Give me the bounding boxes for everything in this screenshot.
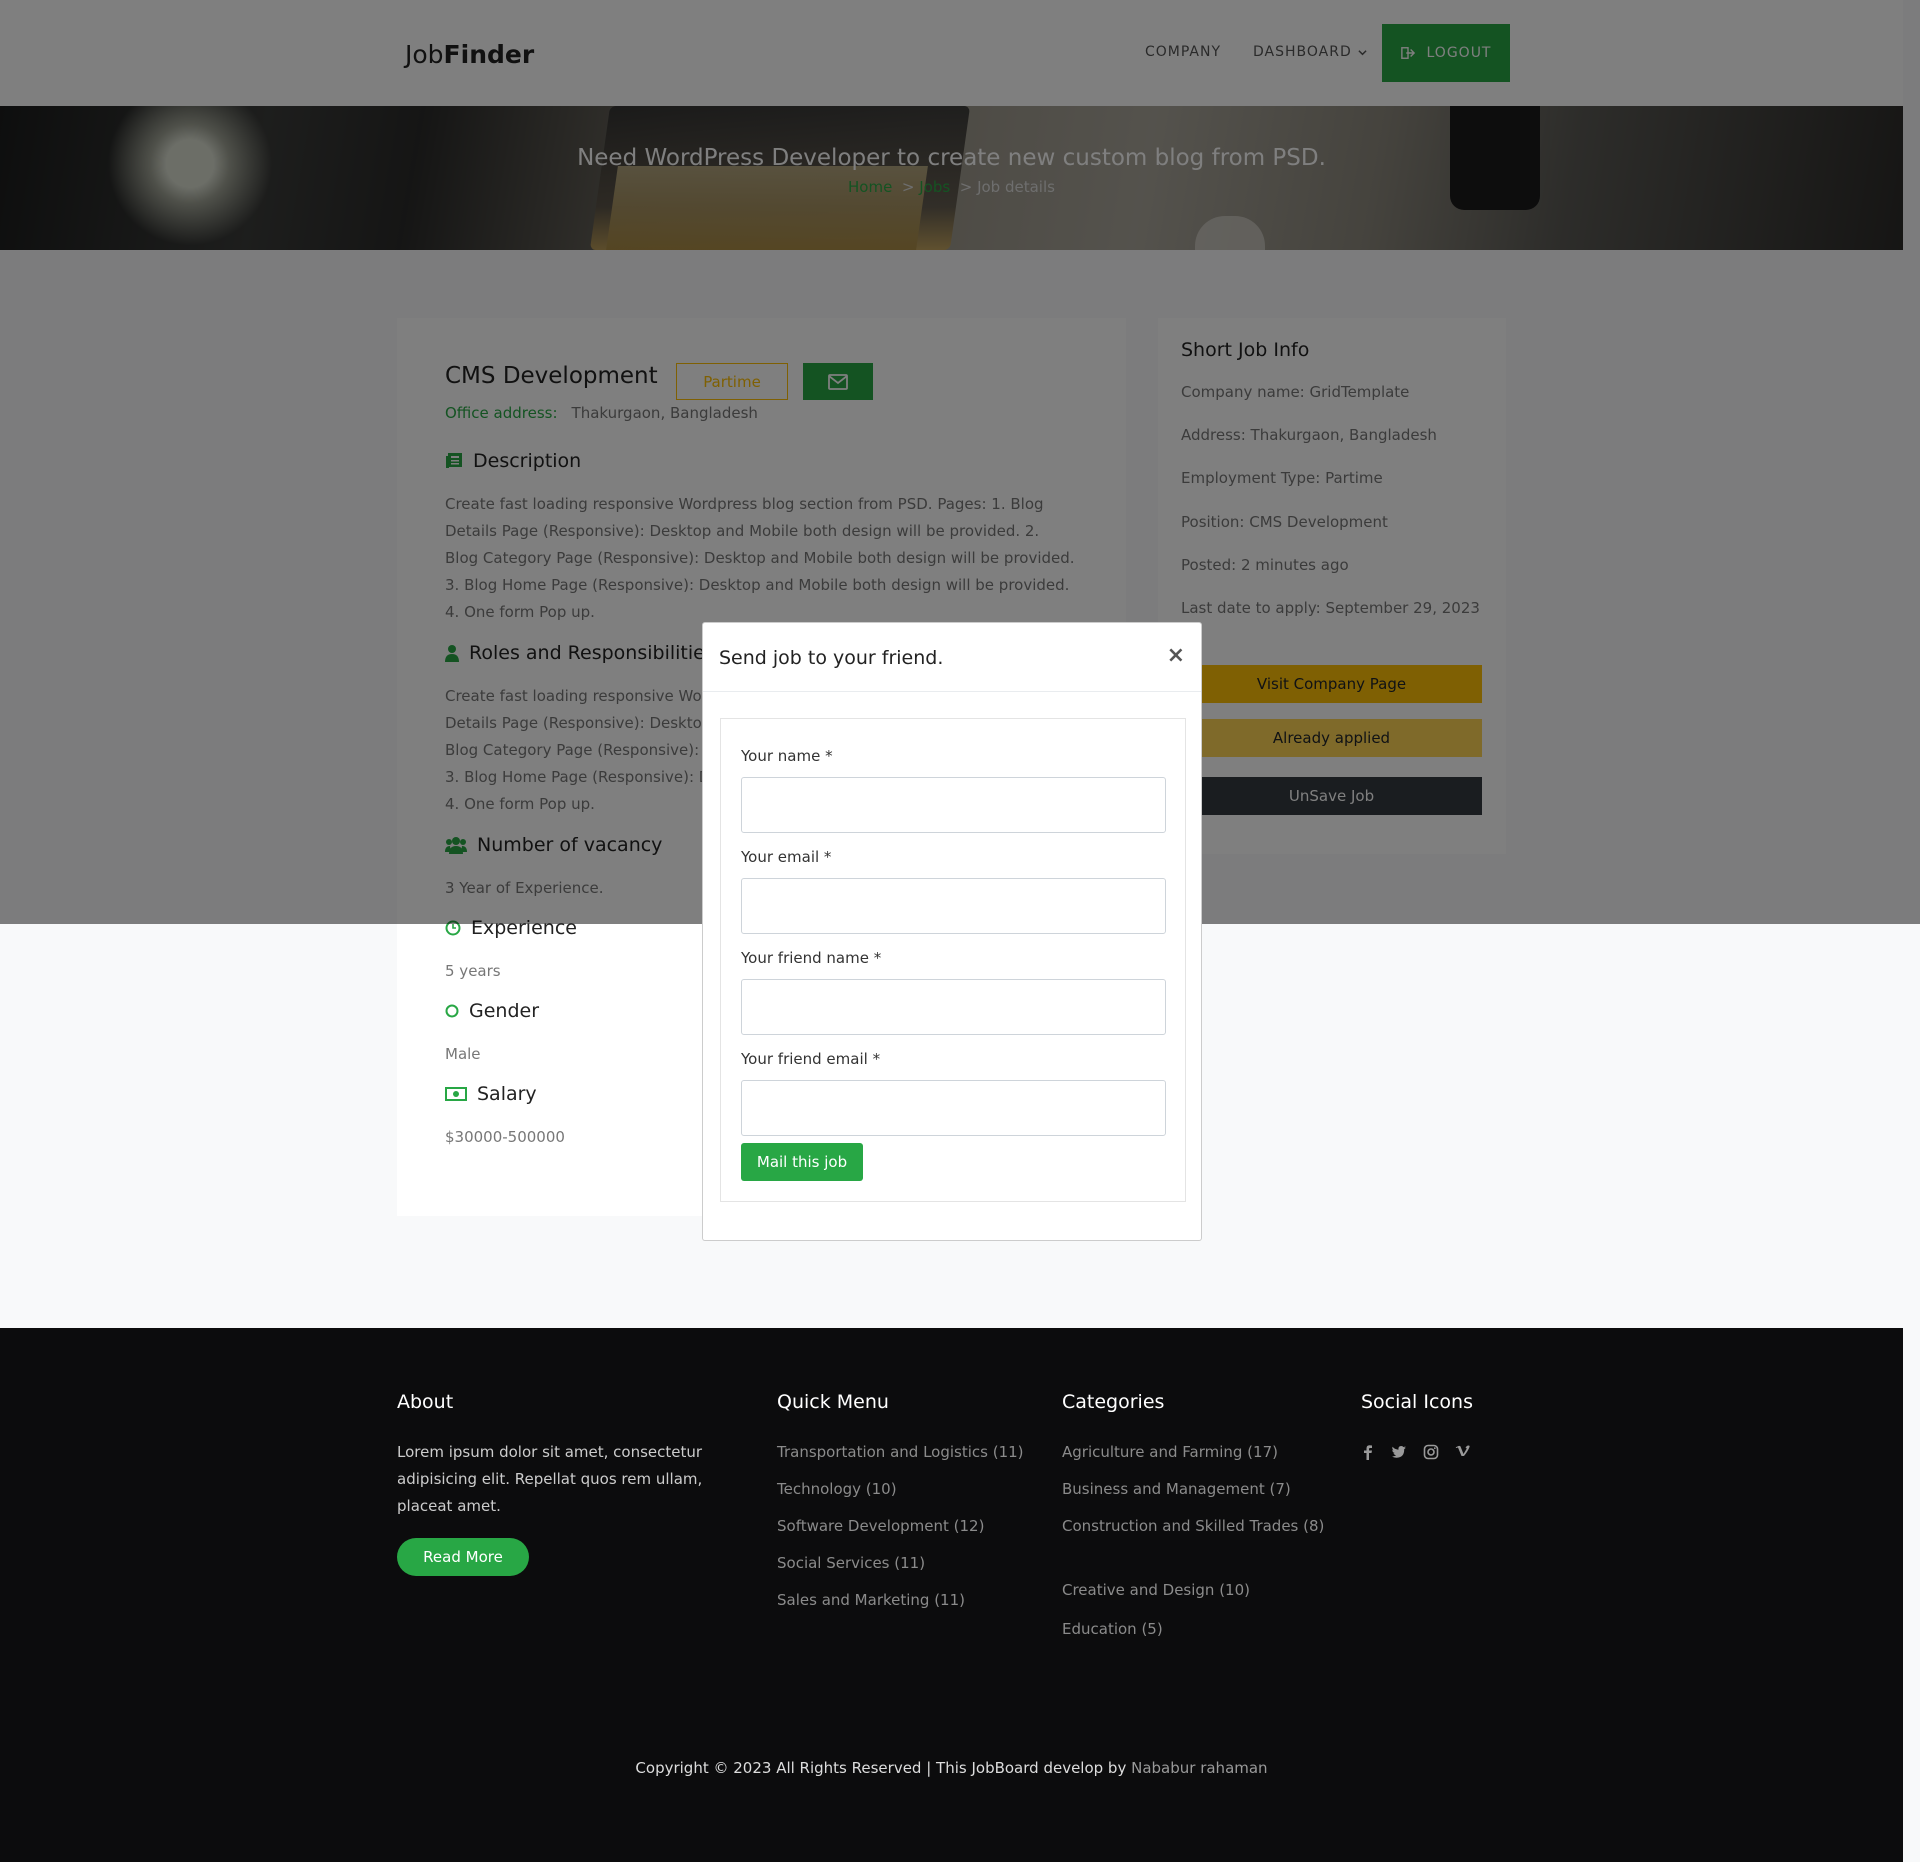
facebook-icon[interactable] xyxy=(1361,1444,1375,1460)
your-name-input[interactable] xyxy=(741,777,1166,833)
footer-quick-menu-heading: Quick Menu xyxy=(777,1391,889,1413)
category-item[interactable]: Creative and Design (10) xyxy=(1062,1577,1342,1604)
footer-social-heading: Social Icons xyxy=(1361,1391,1473,1413)
your-email-label: Your email * xyxy=(741,848,832,866)
quick-menu-item[interactable]: Sales and Marketing (11) xyxy=(777,1587,965,1614)
category-item[interactable]: Business and Management (7) xyxy=(1062,1476,1342,1503)
instagram-icon[interactable] xyxy=(1423,1444,1439,1460)
footer-about-text: Lorem ipsum dolor sit amet, consectetur … xyxy=(397,1443,703,1515)
money-icon xyxy=(445,1086,467,1102)
read-more-button[interactable]: Read More xyxy=(397,1538,529,1576)
friend-email-input[interactable] xyxy=(741,1080,1166,1136)
send-job-modal: Send job to your friend. × Your name * Y… xyxy=(702,622,1202,1241)
social-icons xyxy=(1361,1444,1471,1460)
modal-divider xyxy=(703,691,1201,692)
copyright-author-link[interactable]: Nababur rahaman xyxy=(1131,1759,1267,1777)
quick-menu-item[interactable]: Social Services (11) xyxy=(777,1550,925,1577)
your-name-label: Your name * xyxy=(741,747,833,765)
quick-menu-item[interactable]: Software Development (12) xyxy=(777,1513,984,1540)
vimeo-icon[interactable] xyxy=(1455,1444,1471,1460)
your-email-input[interactable] xyxy=(741,878,1166,934)
gender-heading-label: Gender xyxy=(469,1000,540,1022)
friend-name-input[interactable] xyxy=(741,979,1166,1035)
salary-heading-label: Salary xyxy=(477,1083,537,1105)
send-job-form: Your name * Your email * Your friend nam… xyxy=(720,718,1186,1202)
friend-email-label: Your friend email * xyxy=(741,1050,881,1068)
footer-about-heading: About xyxy=(397,1391,454,1413)
circle-icon xyxy=(445,1004,459,1018)
footer-categories-heading: Categories xyxy=(1062,1391,1165,1413)
mail-this-job-button[interactable]: Mail this job xyxy=(741,1143,863,1181)
copyright-prefix: Copyright © 2023 All Rights Reserved | T… xyxy=(635,1759,1127,1777)
twitter-icon[interactable] xyxy=(1391,1444,1407,1460)
gender-heading: Gender xyxy=(445,1000,539,1022)
close-icon[interactable]: × xyxy=(1167,643,1185,668)
copyright-text: Copyright © 2023 All Rights Reserved | T… xyxy=(0,1759,1903,1777)
category-item[interactable]: Construction and Skilled Trades (8) xyxy=(1062,1513,1332,1540)
quick-menu-item[interactable]: Transportation and Logistics (11) xyxy=(777,1439,1024,1466)
friend-name-label: Your friend name * xyxy=(741,949,882,967)
category-item[interactable]: Agriculture and Farming (17) xyxy=(1062,1439,1342,1466)
category-item[interactable]: Education (5) xyxy=(1062,1616,1342,1643)
modal-title: Send job to your friend. xyxy=(719,647,944,669)
salary-heading: Salary xyxy=(445,1083,537,1105)
quick-menu-item[interactable]: Technology (10) xyxy=(777,1476,897,1503)
